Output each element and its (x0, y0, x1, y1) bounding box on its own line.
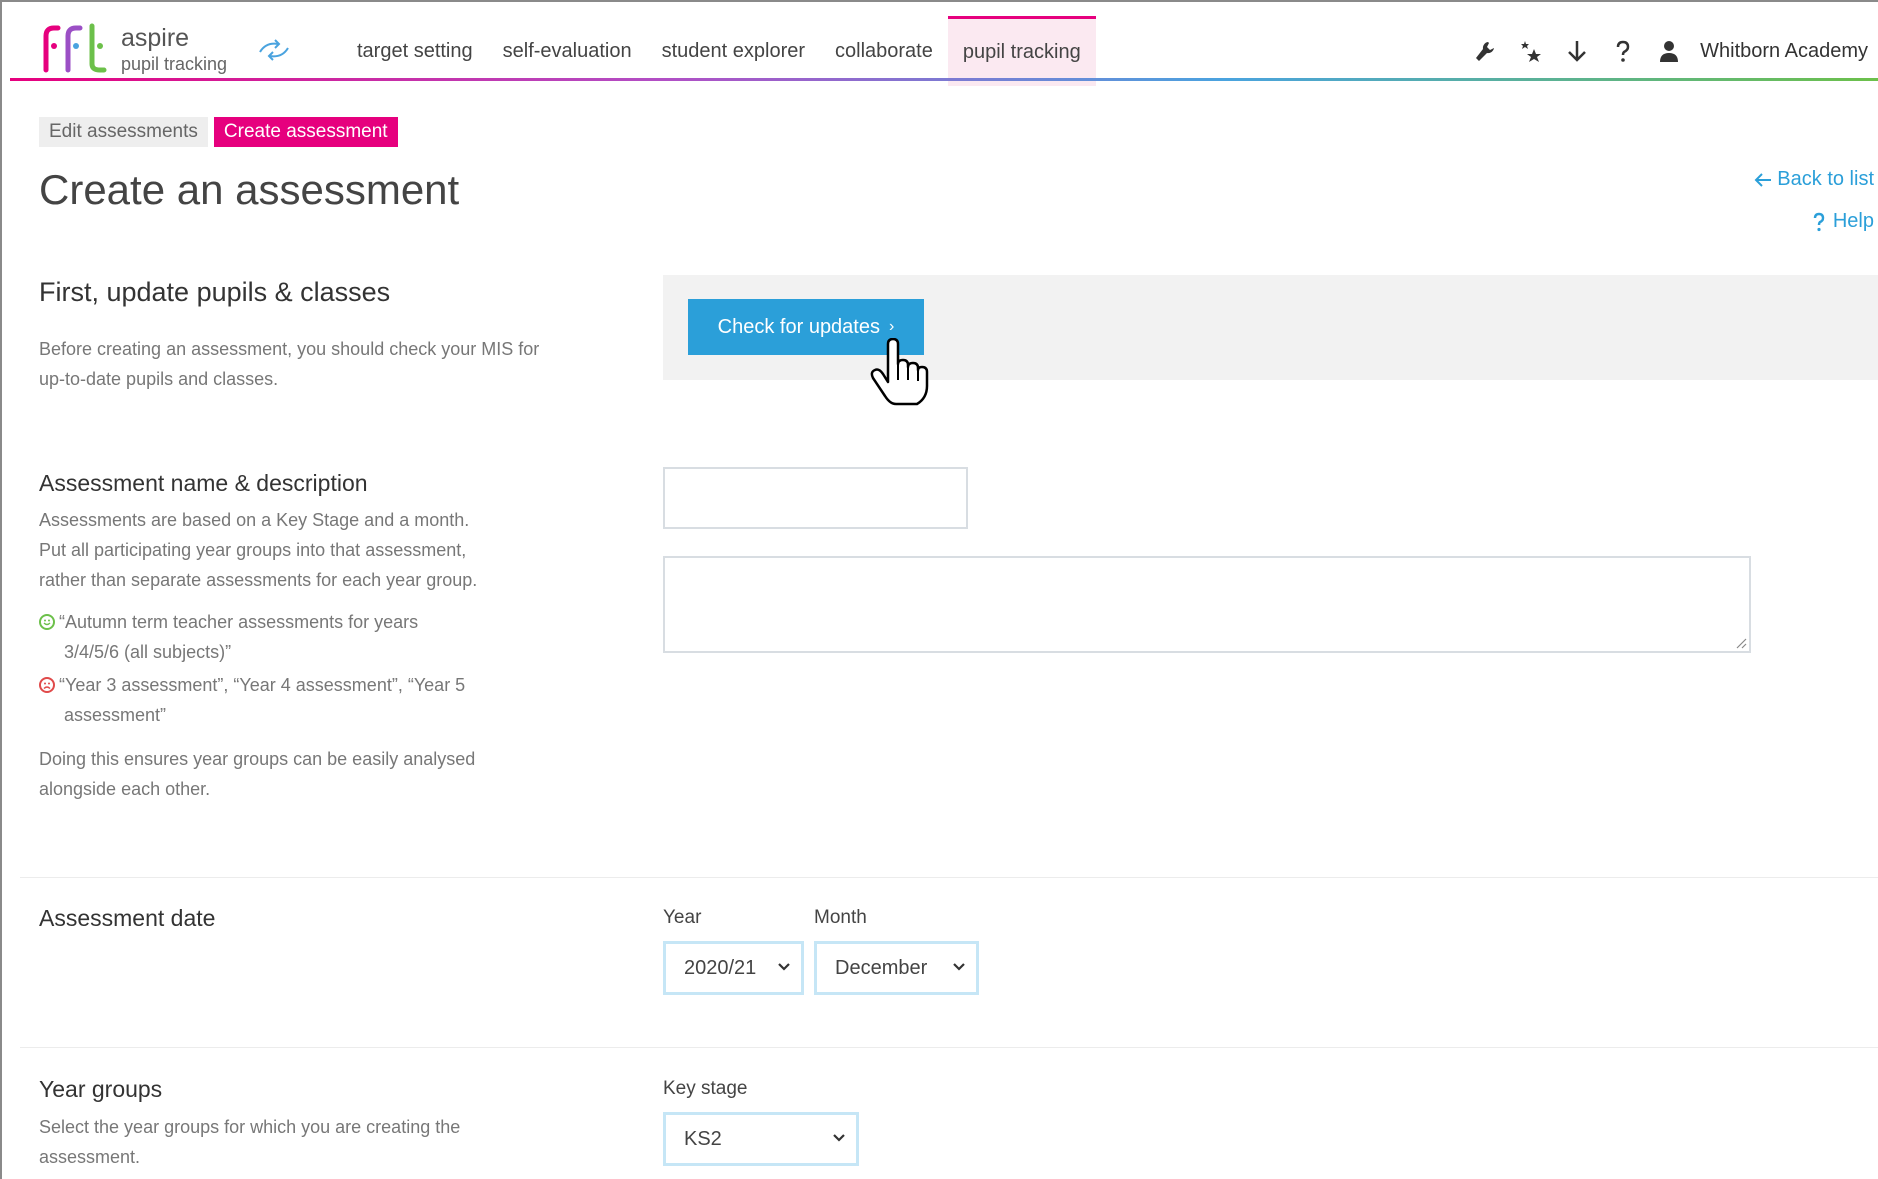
year-groups-section-title: Year groups (39, 1076, 163, 1102)
chevron-down-icon (953, 963, 965, 971)
key-stage-label: Key stage (663, 1078, 748, 1099)
help-link[interactable]: Help (1812, 210, 1874, 233)
hand-pointer-cursor-icon (870, 338, 929, 406)
name-section-title: Assessment name & description (39, 470, 368, 496)
year-label: Year (663, 907, 702, 928)
downloads-tool[interactable] (1554, 16, 1600, 86)
year-groups-desc-line-2: assessment. (39, 1147, 141, 1167)
bad-example-line-1: “Year 3 assessment”, “Year 4 assessment”… (59, 675, 466, 695)
bad-example: “Year 3 assessment”, “Year 4 assessment”… (39, 670, 465, 730)
month-label: Month (814, 907, 867, 928)
key-stage-select-value: KS2 (684, 1127, 722, 1150)
resize-grip-icon[interactable] (1733, 635, 1747, 649)
month-select[interactable]: December (814, 941, 979, 995)
account-tool[interactable] (1646, 16, 1692, 86)
good-example-line-1: “Autumn term teacher assessments for yea… (59, 612, 419, 632)
header-tools: Whitborn Academy (1462, 16, 1868, 86)
assessment-description-textarea[interactable] (663, 556, 1751, 653)
user-icon (1660, 41, 1679, 62)
good-example: “Autumn term teacher assessments for yea… (39, 607, 418, 667)
breadcrumb: Edit assessments Create assessment (39, 117, 398, 147)
name-desc-line-3: rather than separate assessments for eac… (39, 570, 478, 590)
month-select-value: December (835, 956, 928, 979)
settings-tool[interactable] (1462, 16, 1508, 86)
breadcrumb-edit-assessments[interactable]: Edit assessments (39, 117, 208, 147)
date-section-title: Assessment date (39, 905, 216, 931)
stars-icon (1521, 41, 1542, 62)
year-groups-description: Select the year groups for which you are… (39, 1112, 460, 1172)
school-name[interactable]: Whitborn Academy (1700, 40, 1868, 63)
download-arrow-icon (1568, 41, 1587, 62)
help-tool[interactable] (1600, 16, 1646, 86)
back-to-list-link[interactable]: Back to list (1753, 168, 1874, 191)
header-accent-line (10, 78, 1878, 81)
brand-subtitle: pupil tracking (121, 54, 228, 74)
top-navigation-bar: aspire pupil tracking target setting sel… (10, 8, 1878, 86)
year-groups-desc-line-1: Select the year groups for which you are… (39, 1117, 461, 1137)
key-stage-select[interactable]: KS2 (663, 1112, 859, 1166)
chevron-down-icon (778, 963, 790, 971)
name-desc-line-1: Assessments are based on a Key Stage and… (39, 510, 470, 530)
chevron-down-icon (833, 1134, 845, 1142)
update-desc-line-2: up-to-date pupils and classes. (39, 369, 279, 389)
good-example-line-2: 3/4/5/6 (all subjects)” (64, 642, 232, 662)
nav-pupil-tracking[interactable]: pupil tracking (947, 16, 1096, 86)
bad-example-line-2: assessment” (64, 705, 167, 725)
year-select-value: 2020/21 (684, 956, 757, 979)
wrench-icon (1476, 42, 1495, 61)
name-desc-line-2: Put all participating year groups into t… (39, 540, 467, 560)
help-question-icon (1616, 40, 1630, 62)
check-for-updates-label: Check for updates (717, 315, 880, 338)
name-section-footer: Doing this ensures year groups can be ea… (39, 744, 475, 804)
smiley-face-icon (39, 614, 55, 630)
fft-logo[interactable] (40, 20, 110, 76)
update-desc-line-1: Before creating an assessment, you shoul… (39, 339, 540, 359)
section-divider (20, 877, 1878, 878)
name-footer-line-1: Doing this ensures year groups can be ea… (39, 749, 476, 769)
update-section-title: First, update pupils & classes (39, 277, 391, 307)
sad-face-icon (39, 677, 55, 693)
arrow-left-icon (1754, 172, 1772, 187)
main-nav: target setting self-evaluation student e… (342, 16, 1096, 86)
nav-collaborate[interactable]: collaborate (820, 16, 948, 86)
brand-title: aspire (121, 24, 190, 52)
question-icon (1813, 212, 1825, 231)
name-footer-line-2: alongside each other. (39, 779, 211, 799)
app-switch-icon[interactable] (256, 38, 292, 62)
help-label: Help (1832, 210, 1874, 232)
page-title: Create an assessment (39, 166, 460, 213)
year-select[interactable]: 2020/21 (663, 941, 804, 995)
back-to-list-label: Back to list (1777, 168, 1874, 190)
brand-name: aspire pupil tracking (121, 24, 228, 74)
section-divider (20, 1047, 1878, 1048)
nav-student-explorer[interactable]: student explorer (647, 16, 820, 86)
update-section-description: Before creating an assessment, you shoul… (39, 334, 539, 394)
nav-self-evaluation[interactable]: self-evaluation (488, 16, 647, 86)
chevron-right-icon: › (889, 318, 895, 335)
breadcrumb-create-assessment: Create assessment (213, 117, 398, 147)
favourites-tool[interactable] (1508, 16, 1554, 86)
name-section-description: Assessments are based on a Key Stage and… (39, 505, 477, 595)
nav-target-setting[interactable]: target setting (342, 16, 488, 86)
assessment-name-input[interactable] (663, 467, 968, 529)
